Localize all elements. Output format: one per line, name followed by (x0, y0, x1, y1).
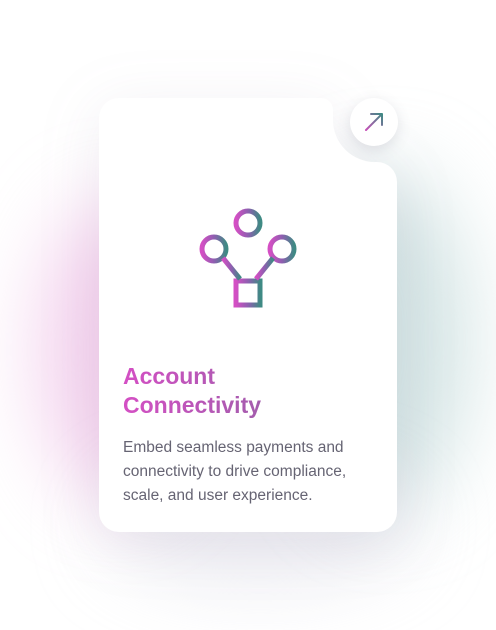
open-card-button[interactable] (350, 98, 398, 146)
card-title: Account Connectivity (123, 362, 363, 420)
network-connectivity-icon (198, 208, 298, 308)
feature-card-stage: Account Connectivity Embed seamless paym… (0, 0, 496, 630)
arrow-up-right-icon (365, 113, 383, 131)
card-description: Embed seamless payments and connectivity… (123, 439, 347, 504)
